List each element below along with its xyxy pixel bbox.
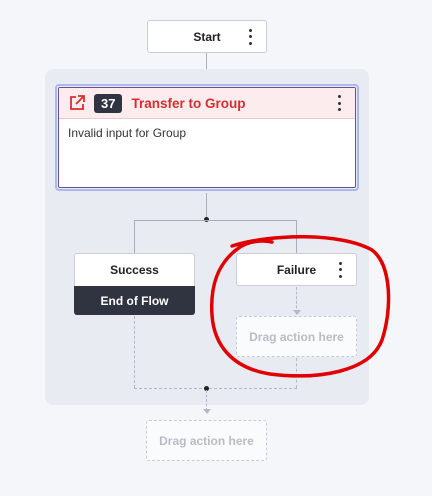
action-number-badge: 37 — [94, 93, 123, 113]
failure-connector — [296, 220, 297, 254]
split-vertical — [206, 193, 207, 220]
transfer-action-card[interactable]: 37 Transfer to Group Invalid input for G… — [55, 84, 359, 191]
external-link-icon[interactable] — [68, 94, 86, 112]
failure-label: Failure — [276, 262, 317, 277]
action-header: 37 Transfer to Group — [59, 88, 355, 119]
split-horizontal — [134, 220, 297, 221]
success-branch-node[interactable]: Success — [74, 253, 195, 286]
start-label: Start — [193, 29, 221, 44]
start-more-icon[interactable] — [244, 28, 256, 45]
failure-dropzone-label: Drag action here — [249, 329, 344, 344]
failure-merge-line — [296, 358, 297, 388]
success-merge-line — [134, 316, 135, 388]
action-description: Invalid input for Group — [68, 126, 187, 140]
failure-arrowhead — [292, 310, 301, 315]
bottom-dropzone-label: Drag action here — [159, 433, 254, 448]
merge-arrowhead — [202, 409, 211, 414]
merge-horizontal — [134, 388, 297, 389]
end-of-flow-label: End of Flow — [100, 293, 169, 308]
failure-branch-node[interactable]: Failure — [236, 253, 357, 286]
action-title: Transfer to Group — [131, 95, 246, 111]
start-node[interactable]: Start — [147, 20, 267, 53]
failure-dropzone[interactable]: Drag action here — [236, 316, 357, 357]
success-label: Success — [110, 263, 159, 277]
merge-down-line — [206, 390, 207, 411]
failure-more-icon[interactable] — [334, 261, 346, 278]
bottom-dropzone[interactable]: Drag action here — [146, 420, 267, 461]
success-connector — [134, 220, 135, 254]
action-more-icon[interactable] — [333, 95, 345, 111]
end-of-flow-block[interactable]: End of Flow — [74, 286, 195, 315]
